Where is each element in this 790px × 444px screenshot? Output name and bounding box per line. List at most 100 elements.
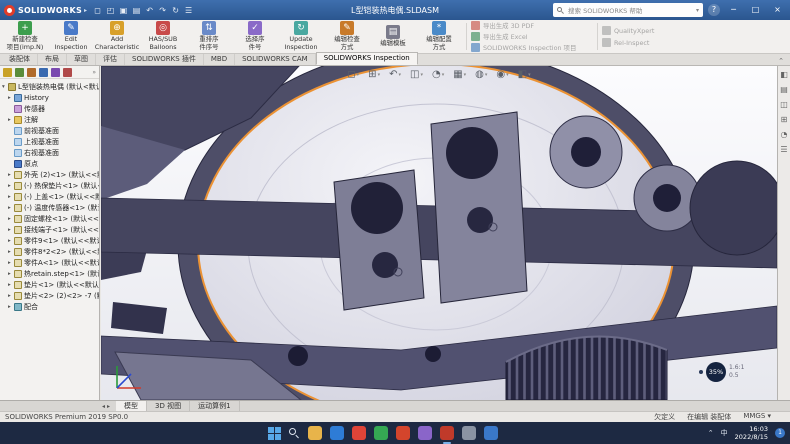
tree-item[interactable]: ▸ 接线端子<1> (默认<<默认>_显示状态>) [0, 224, 99, 235]
hud-dropdown-icon[interactable]: ▾ [420, 72, 423, 78]
file-explorer-app-icon[interactable] [308, 426, 322, 440]
export-menu-item[interactable]: SOLIDWORKS Inspection 项目 [471, 43, 593, 52]
tree-item[interactable]: 上视基准面 [0, 136, 99, 147]
ribbon-button[interactable]: ✎ Edit Inspection [48, 20, 94, 53]
mail-app-icon[interactable] [484, 426, 498, 440]
model-tab[interactable]: 模型 [116, 401, 147, 411]
view-palette-icon[interactable]: ⊞ [781, 115, 788, 124]
tree-item[interactable]: 传感器 [0, 103, 99, 114]
configurationmanager-tab-icon[interactable] [27, 68, 36, 77]
wechat-app-icon[interactable] [374, 426, 388, 440]
hud-icon[interactable]: ◧ ▾ [518, 69, 531, 80]
hud-dropdown-icon[interactable]: ▾ [357, 72, 360, 78]
search-input[interactable]: 搜索 SOLIDWORKS 帮助 ▾ [553, 3, 703, 17]
export-menu-item[interactable]: 导出生成 Excel [471, 32, 593, 41]
tree-item[interactable]: ▸ 外壳 (2)<1> (默认<<默认>_显示状态>) [0, 169, 99, 180]
search-dropdown-icon[interactable]: ▾ [696, 7, 699, 14]
tree-item[interactable]: ▸ 注解 [0, 114, 99, 125]
tree-item[interactable]: ▸ 垫片<2> (2)<2> -7 (默认<<默认>_显示状态>) [0, 290, 99, 301]
tree-item[interactable]: ▸ (-) 温度传感器<1> (默认<<默认>_显示状态>) [0, 202, 99, 213]
model-tab[interactable]: 运动算例1 [190, 401, 239, 411]
options-icon[interactable]: ☰ [182, 4, 195, 17]
ribbon-button[interactable]: * 编辑配置 方式 [416, 20, 462, 53]
ribbon-button[interactable]: ↻ Update Inspection [278, 20, 324, 53]
custom-properties-icon[interactable]: ☰ [780, 145, 787, 154]
ribbon-button[interactable]: ▤ 编辑模板 [370, 20, 416, 53]
print-icon[interactable]: ▤ [130, 4, 143, 17]
tray-expand-icon[interactable]: ⌃ [708, 429, 714, 437]
new-file-icon[interactable]: ◻ [91, 4, 104, 17]
3d-model-render[interactable] [101, 66, 777, 400]
displaymanager-tab-icon[interactable] [51, 68, 60, 77]
solidworks-app-icon[interactable] [440, 426, 454, 440]
design-library-icon[interactable]: ▤ [780, 85, 788, 94]
tree-item[interactable]: 右视基准面 [0, 147, 99, 158]
hud-icon[interactable]: ◔ ▾ [432, 69, 444, 80]
commandmanager-tab[interactable]: 装配体 [2, 54, 38, 65]
featuremanager-tab-icon[interactable] [3, 68, 12, 77]
tree-item[interactable]: ▸ History [0, 92, 99, 103]
taskbar-clock[interactable]: 16:03 2022/8/15 [735, 425, 768, 441]
save-icon[interactable]: ▣ [117, 4, 130, 17]
ime-indicator[interactable]: 中 [721, 428, 728, 438]
ribbon-button[interactable]: + 新建检查 项目(imp.N) [2, 20, 48, 53]
resources-icon[interactable]: ◧ [780, 70, 788, 79]
notes-app-icon[interactable] [418, 426, 432, 440]
tree-item[interactable]: ▸ 零件8*2<2> (默认<<默认>_显示状态>) [0, 246, 99, 257]
commandmanager-tab[interactable]: SOLIDWORKS 插件 [125, 54, 204, 65]
hud-dropdown-icon[interactable]: ▾ [378, 72, 381, 78]
ribbon-button[interactable]: ◎ HAS/SUB Balloons [140, 20, 186, 53]
tree-item[interactable]: ▸ 固定螺栓<1> (默认<<默认>_显示状态>) [0, 213, 99, 224]
maximize-button[interactable]: □ [747, 0, 764, 20]
tree-item[interactable]: ▸ 零件A<1> (默认<<默认>_显示状态>) [0, 257, 99, 268]
taskbar-search-icon[interactable] [289, 428, 300, 439]
ribbon-button[interactable]: ✎ 编辑检查 方式 [324, 20, 370, 53]
tree-item[interactable]: ▸ (-) 热保垫片<1> (默认<<默认>_显示状态>) [0, 180, 99, 191]
hud-icon[interactable]: ◫ ▾ [410, 69, 423, 80]
dimxpertmanager-tab-icon[interactable] [39, 68, 48, 77]
hud-dropdown-icon[interactable]: ▾ [442, 72, 445, 78]
tree-item[interactable]: ▸ 配合 [0, 301, 99, 312]
commandmanager-tab[interactable]: SOLIDWORKS Inspection [316, 52, 418, 65]
panel-overflow-icon[interactable]: » [92, 69, 96, 76]
ribbon-button[interactable]: ⇅ 重排序 件序号 [186, 20, 232, 53]
tab-scroll-icons[interactable]: ◂▸ [102, 403, 112, 410]
extra-menu-item[interactable]: QualityXpert [602, 26, 672, 35]
propertymanager-tab-icon[interactable] [15, 68, 24, 77]
help-icon[interactable]: ? [708, 4, 720, 16]
hud-dropdown-icon[interactable]: ▾ [464, 72, 467, 78]
hud-dropdown-icon[interactable]: ▾ [485, 72, 488, 78]
commandmanager-tab[interactable]: 布局 [38, 54, 67, 65]
commandmanager-tab[interactable]: SOLIDWORKS CAM [235, 54, 316, 65]
minimize-button[interactable]: ─ [725, 0, 742, 20]
tree-item[interactable]: 前视基准面 [0, 125, 99, 136]
hud-dropdown-icon[interactable]: ▾ [528, 72, 531, 78]
hud-icon[interactable]: ◍ ▾ [475, 69, 487, 80]
office-app-icon[interactable] [396, 426, 410, 440]
ribbon-collapse-icon[interactable]: ⌃ [778, 57, 784, 65]
undo-icon[interactable]: ↶ [143, 4, 156, 17]
hud-icon[interactable]: ↶ ▾ [389, 69, 401, 80]
hud-icon[interactable]: ◻ ▾ [347, 69, 359, 80]
ribbon-button[interactable]: ✓ 选择序 件号 [232, 20, 278, 53]
file-explorer-icon[interactable]: ◫ [780, 100, 788, 109]
model-tab[interactable]: 3D 视图 [147, 401, 190, 411]
extra-menu-item[interactable]: Rel-Inspect [602, 38, 672, 47]
settings-app-icon[interactable] [462, 426, 476, 440]
tree-item[interactable]: ▸ 垫片<1> (默认<<默认>_显示状态>) [0, 279, 99, 290]
commandmanager-tab[interactable]: 评估 [96, 54, 125, 65]
hud-dropdown-icon[interactable]: ▾ [506, 72, 509, 78]
menu-expand-icon[interactable]: ▸ [84, 7, 87, 14]
commandmanager-tab[interactable]: 草图 [67, 54, 96, 65]
hud-icon[interactable]: ⊞ ▾ [368, 69, 380, 80]
tree-item[interactable]: ▾ L型铠装热电偶 (默认<默认_显示状态-1>) [0, 81, 99, 92]
close-button[interactable]: × [769, 0, 786, 20]
appearances-icon[interactable]: ◔ [781, 130, 788, 139]
tree-item[interactable]: ▸ 零件9<1> (默认<<默认>_显示状态>) [0, 235, 99, 246]
hud-icon[interactable]: ▦ ▾ [453, 69, 466, 80]
export-menu-item[interactable]: 导出生成 3D PDF [471, 21, 593, 30]
redo-icon[interactable]: ↷ [156, 4, 169, 17]
graphics-viewport[interactable]: ◻ ▾ ⊞ ▾ ↶ ▾ ◫ ▾ ◔ [101, 66, 777, 400]
start-button[interactable] [268, 427, 281, 440]
ribbon-button[interactable]: ⊕ Add Characteristic [94, 20, 140, 53]
